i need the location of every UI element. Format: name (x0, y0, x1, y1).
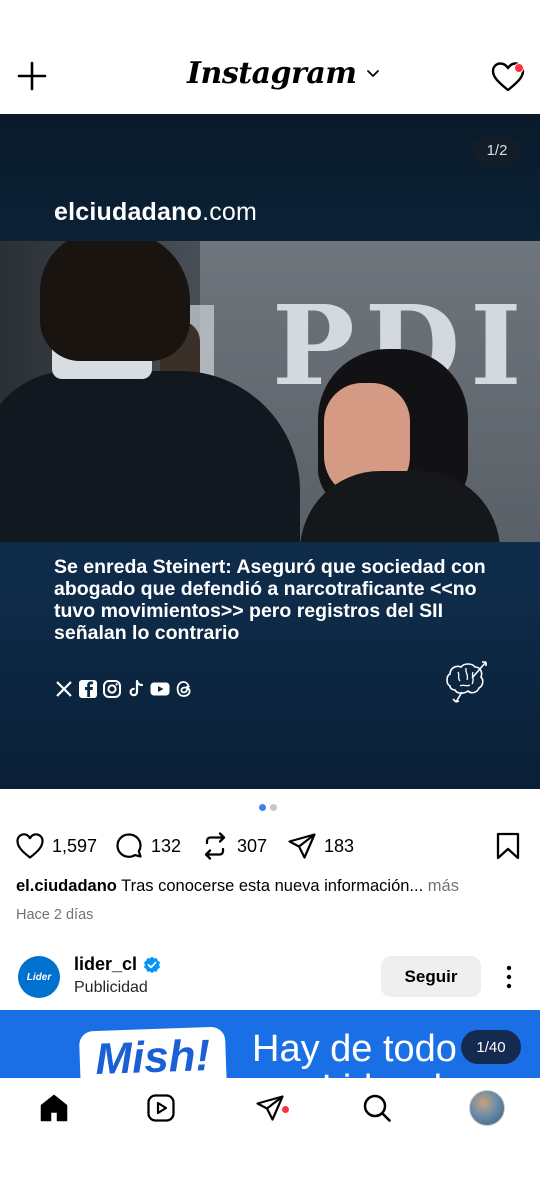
pager-dot-active (259, 804, 266, 811)
pager-dot (270, 804, 277, 811)
threads-icon (176, 681, 191, 697)
nav-profile-avatar[interactable] (469, 1090, 505, 1126)
like-button[interactable]: 1,597 (14, 828, 97, 864)
repost-icon (204, 832, 226, 860)
search-icon (363, 1094, 391, 1122)
post-timestamp: Hace 2 días (16, 907, 94, 923)
sponsored-post-header: Lider lider_cl Publicidad Seguir (0, 944, 540, 1010)
share-button[interactable]: 183 (286, 828, 354, 864)
ad-username-text: lider_cl (74, 954, 138, 974)
home-icon (40, 1094, 68, 1122)
ad-username[interactable]: lider_cl (74, 954, 161, 975)
x-icon (56, 681, 72, 697)
follow-button[interactable]: Seguir (381, 956, 481, 997)
save-button[interactable] (492, 828, 524, 864)
nav-reels[interactable] (145, 1092, 179, 1126)
post-actions: 1,597 132 307 183 (0, 828, 540, 864)
brain-icon (446, 661, 487, 703)
share-count: 183 (324, 835, 355, 856)
avatar-text: Lider (26, 971, 52, 983)
send-icon (288, 833, 316, 859)
repost-button[interactable]: 307 (199, 828, 267, 864)
notification-dot (514, 63, 524, 73)
ad-label: Publicidad (74, 979, 148, 996)
facebook-icon (79, 680, 97, 698)
site-name: elciudadano.com (54, 198, 257, 227)
direct-notification-dot (282, 1106, 289, 1113)
comment-button[interactable]: 132 (113, 828, 181, 864)
post-caption: el.ciudadano Tras conocerse esta nueva i… (16, 877, 526, 896)
top-bar: Instagram (0, 0, 540, 114)
heart-icon (16, 833, 44, 859)
chevron-down-icon (366, 70, 379, 77)
site-name-suffix: .com (202, 198, 258, 226)
youtube-icon (150, 682, 170, 696)
ad-logo: Mish! (78, 1026, 228, 1078)
caption-more-link[interactable]: más (423, 877, 459, 895)
like-count: 1,597 (52, 835, 98, 856)
ad-banner[interactable]: Mish! Hay de todo a Lider.cl 1/40 (0, 1010, 540, 1078)
news-photo: PDI (0, 241, 540, 542)
more-options-icon[interactable] (497, 962, 521, 992)
plus-icon[interactable] (14, 58, 50, 94)
carousel-pager (259, 804, 277, 811)
verified-icon (144, 956, 161, 973)
tiktok-icon (129, 679, 144, 697)
nav-search[interactable] (361, 1092, 395, 1126)
ad-slogan: Hay de todo (252, 1028, 457, 1070)
instagram-logo[interactable]: Instagram (187, 50, 381, 96)
avatar[interactable]: Lider (18, 956, 60, 998)
photo-man-head (40, 241, 190, 361)
photo-man (0, 371, 300, 542)
bottom-nav (0, 1078, 540, 1140)
repost-count: 307 (237, 835, 268, 856)
comment-count: 132 (151, 835, 182, 856)
reels-icon (147, 1094, 175, 1122)
ad-media-counter: 1/40 (461, 1030, 521, 1064)
app-title: Instagram (187, 55, 357, 91)
nav-home[interactable] (38, 1092, 72, 1126)
bookmark-icon (496, 832, 520, 860)
post-image[interactable]: 1/2 elciudadano.com PDI Se enreda Steine… (0, 114, 540, 789)
media-counter: 1/2 (473, 134, 521, 166)
news-headline: Se enreda Steinert: Aseguró que sociedad… (54, 556, 486, 644)
ad-slogan-line2: a Lider.cl (290, 1068, 442, 1078)
caption-username[interactable]: el.ciudadano (16, 877, 117, 895)
site-name-main: elciudadano (54, 198, 203, 226)
caption-text: Tras conocerse esta nueva información... (116, 877, 424, 895)
instagram-icon (103, 680, 121, 698)
social-icons (54, 679, 194, 699)
system-bar (0, 1140, 540, 1200)
comment-icon (116, 833, 142, 858)
